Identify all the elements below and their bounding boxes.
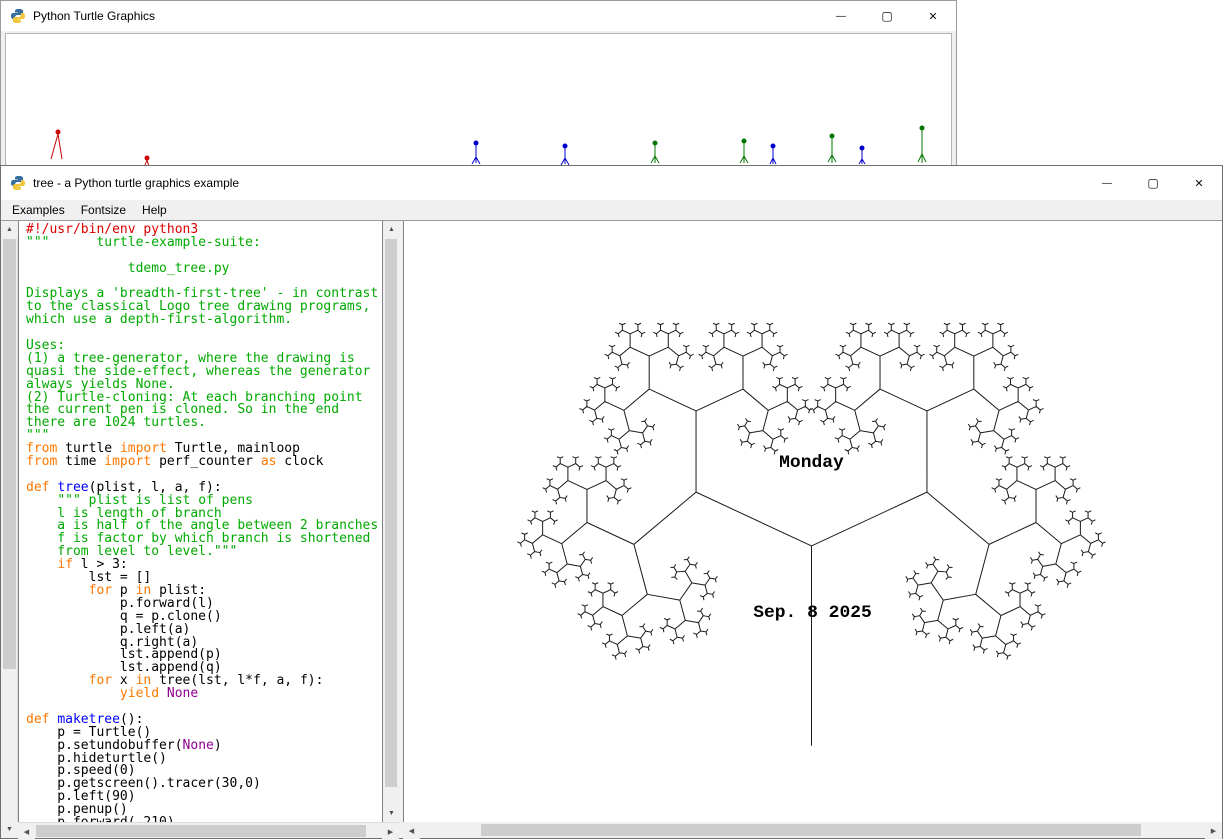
python-app-icon bbox=[10, 8, 26, 24]
fg-window-titlebar[interactable]: tree - a Python turtle graphics example … bbox=[1, 166, 1222, 200]
code-line: yield None bbox=[26, 688, 382, 701]
bg-window-title: Python Turtle Graphics bbox=[33, 9, 155, 23]
bg-maximize-button[interactable]: ▢ bbox=[864, 1, 910, 31]
turtle-figure bbox=[51, 130, 62, 160]
turtle-canvas: Monday Sep. 8 2025 bbox=[403, 221, 1222, 822]
code-line: which use a depth-first-algorithm. bbox=[26, 314, 382, 327]
fractal-tree-drawing: Monday Sep. 8 2025 bbox=[404, 221, 1222, 822]
scroll-up-icon[interactable]: ▲ bbox=[383, 221, 400, 238]
canvas-hscroll-thumb[interactable] bbox=[481, 824, 1141, 836]
bg-window-controls: — ▢ ✕ bbox=[818, 1, 956, 31]
canvas-vscroll-thumb[interactable] bbox=[385, 239, 397, 787]
code-editor[interactable]: #!/usr/bin/env python3""" turtle-example… bbox=[18, 221, 383, 822]
menu-help[interactable]: Help bbox=[134, 201, 175, 219]
turtle-figure bbox=[472, 141, 480, 165]
scroll-down-icon[interactable]: ▼ bbox=[383, 805, 400, 822]
turtle-figure bbox=[740, 139, 748, 164]
canvas-text-label: Sep. 8 2025 bbox=[753, 603, 872, 623]
fg-content-area: ▲ ▼ #!/usr/bin/env python3""" turtle-exa… bbox=[1, 221, 1222, 838]
code-line: there are 1024 turtles. bbox=[26, 417, 382, 430]
menu-bar: Examples Fontsize Help bbox=[1, 200, 1222, 221]
code-line: """ turtle-example-suite: bbox=[26, 237, 382, 250]
canvas-text-label: Monday bbox=[779, 453, 844, 473]
turtle-figure bbox=[651, 141, 659, 164]
turtle-figure bbox=[918, 126, 926, 164]
fg-minimize-button[interactable]: — bbox=[1084, 166, 1130, 200]
bg-close-button[interactable]: ✕ bbox=[910, 1, 956, 31]
scroll-left-icon[interactable]: ◀ bbox=[18, 823, 35, 840]
canvas-vertical-scrollbar[interactable]: ▲ ▼ bbox=[383, 221, 399, 822]
scroll-up-icon[interactable]: ▲ bbox=[1, 221, 18, 238]
scroll-left-icon[interactable]: ◀ bbox=[403, 822, 420, 839]
canvas-horizontal-scrollbar[interactable]: ◀ ▶ bbox=[403, 822, 1222, 838]
tree-branches bbox=[517, 323, 1105, 745]
scroll-right-icon[interactable]: ▶ bbox=[382, 823, 399, 840]
python-app-icon bbox=[10, 175, 26, 191]
code-horizontal-scrollbar[interactable]: ◀ ▶ bbox=[18, 822, 399, 838]
code-line bbox=[26, 327, 382, 340]
turtle-figure bbox=[770, 144, 776, 165]
turtle-figure bbox=[561, 144, 569, 166]
turtledemo-tree-window: tree - a Python turtle graphics example … bbox=[0, 165, 1223, 839]
code-hscroll-thumb[interactable] bbox=[36, 825, 366, 837]
fg-maximize-button[interactable]: ▢ bbox=[1130, 166, 1176, 200]
fg-window-title: tree - a Python turtle graphics example bbox=[33, 176, 239, 190]
menu-fontsize[interactable]: Fontsize bbox=[73, 201, 134, 219]
fg-window-controls: — ▢ ✕ bbox=[1084, 166, 1222, 200]
code-vscroll-thumb[interactable] bbox=[3, 239, 16, 669]
turtle-figure bbox=[859, 146, 865, 165]
menu-examples[interactable]: Examples bbox=[4, 201, 73, 219]
code-line: tdemo_tree.py bbox=[26, 263, 382, 276]
code-vertical-scrollbar[interactable]: ▲ ▼ bbox=[1, 221, 18, 838]
code-line: from time import perf_counter as clock bbox=[26, 456, 382, 469]
fg-close-button[interactable]: ✕ bbox=[1176, 166, 1222, 200]
scroll-down-icon[interactable]: ▼ bbox=[1, 821, 18, 838]
scroll-right-icon[interactable]: ▶ bbox=[1205, 822, 1222, 839]
turtle-figure bbox=[828, 134, 836, 164]
bg-window-titlebar[interactable]: Python Turtle Graphics — ▢ ✕ bbox=[1, 1, 956, 31]
bg-minimize-button[interactable]: — bbox=[818, 1, 864, 31]
